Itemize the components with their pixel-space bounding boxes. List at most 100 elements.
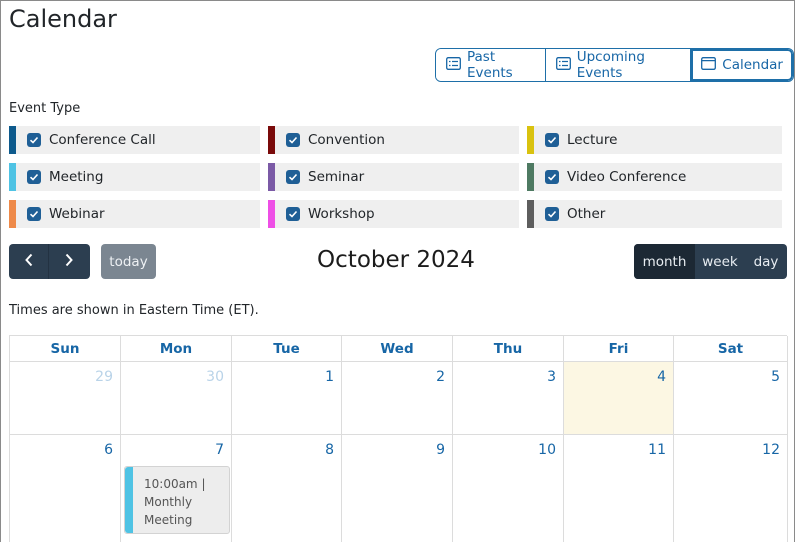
filter-label: Webinar [49, 206, 105, 222]
day-number[interactable]: 1 [325, 369, 334, 385]
day-view-button[interactable]: day [745, 244, 787, 279]
day-cell[interactable]: 6 [10, 435, 121, 542]
timezone-note: Times are shown in Eastern Time (ET). [9, 303, 259, 318]
day-number[interactable]: 4 [657, 369, 666, 385]
checkbox-checked-icon[interactable] [286, 133, 300, 147]
day-cell[interactable]: 1 [232, 362, 342, 435]
filter-lecture[interactable]: Lecture [527, 126, 782, 154]
prev-month-button[interactable] [9, 244, 49, 279]
checkbox-checked-icon[interactable] [545, 207, 559, 221]
event-type-filters: Conference Call Convention Lecture Meeti… [9, 126, 784, 228]
filter-meeting[interactable]: Meeting [9, 163, 260, 191]
type-color-swatch [527, 163, 534, 191]
filter-conference-call[interactable]: Conference Call [9, 126, 260, 154]
past-events-label: Past Events [467, 49, 513, 81]
checkbox-checked-icon[interactable] [27, 170, 41, 184]
day-number[interactable]: 8 [325, 442, 334, 458]
day-number[interactable]: 29 [95, 369, 113, 385]
month-view-button[interactable]: month [634, 244, 695, 279]
weekday-header: Sat [674, 336, 788, 362]
day-cell[interactable]: 11 [564, 435, 674, 542]
filter-label: Video Conference [567, 169, 687, 185]
day-cell[interactable]: 7 10:00am | Monthly Meeting [121, 435, 232, 542]
day-number[interactable]: 10 [538, 442, 556, 458]
filter-other[interactable]: Other [527, 200, 782, 228]
type-color-swatch [9, 163, 16, 191]
type-color-swatch [268, 163, 275, 191]
filter-label: Other [567, 206, 606, 222]
next-month-button[interactable] [49, 244, 89, 279]
filter-workshop[interactable]: Workshop [268, 200, 519, 228]
weekday-header: Wed [342, 336, 453, 362]
day-number[interactable]: 30 [206, 369, 224, 385]
checkbox-checked-icon[interactable] [545, 133, 559, 147]
checkbox-checked-icon[interactable] [545, 170, 559, 184]
calendar-event[interactable]: 10:00am | Monthly Meeting [124, 466, 230, 534]
day-cell[interactable]: 29 [10, 362, 121, 435]
calendar-view-button[interactable]: Calendar [691, 49, 793, 81]
filter-video-conference[interactable]: Video Conference [527, 163, 782, 191]
weekday-header-row: Sun Mon Tue Wed Thu Fri Sat [10, 336, 788, 362]
type-color-swatch [527, 126, 534, 154]
day-number[interactable]: 11 [648, 442, 666, 458]
event-type-heading: Event Type [9, 101, 81, 116]
day-number[interactable]: 12 [762, 442, 780, 458]
chevron-right-icon [64, 252, 74, 271]
upcoming-events-label: Upcoming Events [576, 49, 645, 81]
today-button[interactable]: today [101, 244, 156, 279]
weekday-header: Sun [10, 336, 121, 362]
day-cell[interactable]: 10 [453, 435, 564, 542]
calendar-page: Calendar Past Events Upcoming Events Cal… [0, 0, 795, 542]
filter-seminar[interactable]: Seminar [268, 163, 519, 191]
filter-label: Workshop [308, 206, 375, 222]
weekday-header: Fri [564, 336, 674, 362]
calendar-mode-group: month week day [634, 244, 787, 279]
month-nav-group [9, 244, 90, 279]
day-cell[interactable]: 9 [342, 435, 453, 542]
day-number[interactable]: 9 [436, 442, 445, 458]
event-time: 10:00am | [144, 477, 206, 491]
type-color-swatch [527, 200, 534, 228]
month-calendar-grid: Sun Mon Tue Wed Thu Fri Sat 29 30 1 2 3 … [9, 335, 788, 542]
calendar-view-label: Calendar [722, 57, 783, 73]
list-icon [555, 56, 571, 74]
day-cell[interactable]: 3 [453, 362, 564, 435]
event-type-color-bar [125, 467, 133, 533]
filter-label: Seminar [308, 169, 365, 185]
day-cell[interactable]: 12 [674, 435, 788, 542]
past-events-button[interactable]: Past Events [436, 49, 546, 81]
weekday-header: Thu [453, 336, 564, 362]
upcoming-events-button[interactable]: Upcoming Events [545, 49, 692, 81]
filter-label: Conference Call [49, 132, 156, 148]
list-icon [446, 56, 461, 74]
week-row: 6 7 10:00am | Monthly Meeting 8 9 10 11 … [10, 435, 788, 542]
week-view-button[interactable]: week [695, 244, 745, 279]
day-cell[interactable]: 8 [232, 435, 342, 542]
type-color-swatch [9, 200, 16, 228]
event-title-line: Meeting [144, 513, 193, 527]
day-number[interactable]: 5 [771, 369, 780, 385]
calendar-icon [701, 56, 717, 74]
checkbox-checked-icon[interactable] [286, 170, 300, 184]
type-color-swatch [268, 200, 275, 228]
day-cell[interactable]: 2 [342, 362, 453, 435]
weekday-header: Tue [232, 336, 342, 362]
day-number[interactable]: 7 [215, 442, 224, 458]
checkbox-checked-icon[interactable] [286, 207, 300, 221]
checkbox-checked-icon[interactable] [27, 133, 41, 147]
filter-webinar[interactable]: Webinar [9, 200, 260, 228]
filter-label: Convention [308, 132, 385, 148]
today-cell[interactable]: 4 [564, 362, 674, 435]
day-cell[interactable]: 30 [121, 362, 232, 435]
week-row: 29 30 1 2 3 4 5 [10, 362, 788, 435]
day-number[interactable]: 6 [104, 442, 113, 458]
weekday-header: Mon [121, 336, 232, 362]
day-number[interactable]: 2 [436, 369, 445, 385]
checkbox-checked-icon[interactable] [27, 207, 41, 221]
type-color-swatch [268, 126, 275, 154]
filter-label: Meeting [49, 169, 104, 185]
type-color-swatch [9, 126, 16, 154]
day-cell[interactable]: 5 [674, 362, 788, 435]
filter-convention[interactable]: Convention [268, 126, 519, 154]
day-number[interactable]: 3 [547, 369, 556, 385]
